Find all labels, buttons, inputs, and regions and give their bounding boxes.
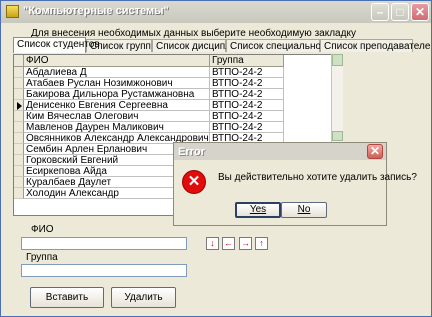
fio-input[interactable] <box>21 237 187 250</box>
table-row[interactable]: Бакирова Дильнора Рустамжановна ВТПО-24-2 <box>14 89 284 100</box>
main-window: "Компьютерные системы" – □ ✕ Для внесени… <box>0 0 432 317</box>
row-indicator[interactable] <box>14 133 24 144</box>
cell-fio[interactable]: Атабаев Руслан Нозимжонович <box>24 78 210 89</box>
table-row[interactable]: Атабаев Руслан Нозимжонович ВТПО-24-2 <box>14 78 284 89</box>
tab-students[interactable]: Список студентов <box>13 37 100 53</box>
column-header-group[interactable]: Группа <box>210 55 284 66</box>
minimize-button[interactable]: – <box>371 3 389 21</box>
scroll-up-button[interactable] <box>332 54 343 66</box>
cell-fio[interactable]: Мавленов Даурен Маликович <box>24 122 210 133</box>
group-input[interactable] <box>21 264 187 277</box>
row-indicator[interactable] <box>14 78 24 89</box>
row-indicator[interactable] <box>14 155 24 166</box>
row-indicator[interactable] <box>14 144 24 155</box>
row-indicator[interactable] <box>14 100 24 111</box>
tab-disciplines[interactable]: Список дисциплин <box>152 39 242 52</box>
nav-first-button[interactable]: ↑ <box>255 237 268 250</box>
maximize-button[interactable]: □ <box>391 3 409 21</box>
table-row[interactable]: Абдалиева Д ВТПО-24-2 <box>14 67 284 78</box>
window-title: "Компьютерные системы" <box>23 5 169 17</box>
app-icon <box>6 5 19 18</box>
arrow-down-icon: ↓ <box>210 238 215 248</box>
nav-next-button[interactable]: ↓ <box>206 237 219 250</box>
nav-last-button[interactable]: → <box>239 237 252 250</box>
delete-button[interactable]: Удалить <box>111 287 176 308</box>
cell-group[interactable]: ВТПО-24-2 <box>210 122 284 133</box>
grid-corner <box>14 55 24 66</box>
row-indicator[interactable] <box>14 122 24 133</box>
column-header-fio[interactable]: ФИО <box>24 55 210 66</box>
cell-fio[interactable]: Ким Вячеслав Олегович <box>24 111 210 122</box>
grid-header: ФИО Группа <box>14 55 284 67</box>
close-button[interactable]: ✕ <box>411 3 429 21</box>
row-indicator[interactable] <box>14 89 24 100</box>
row-indicator[interactable] <box>14 188 24 199</box>
yes-button[interactable]: Yes <box>235 202 281 218</box>
table-row[interactable]: Мавленов Даурен Маликович ВТПО-24-2 <box>14 122 284 133</box>
fio-label: ФИО <box>31 224 54 235</box>
dialog-title-bar[interactable]: Error ✕ <box>174 143 386 160</box>
row-indicator[interactable] <box>14 111 24 122</box>
row-indicator[interactable] <box>14 166 24 177</box>
dialog-close-button[interactable]: ✕ <box>367 144 383 159</box>
arrow-left-icon: ← <box>224 238 233 248</box>
cell-fio[interactable]: Денисенко Евгения Сергеевна <box>24 100 210 111</box>
group-label: Группа <box>26 252 58 263</box>
no-button[interactable]: No <box>281 202 327 218</box>
cell-group[interactable]: ВТПО-24-2 <box>210 100 284 111</box>
tab-specialties[interactable]: Список специальностей <box>226 39 342 52</box>
tab-teachers[interactable]: Список преподавателей <box>320 39 431 52</box>
scroll-thumb[interactable] <box>332 131 343 141</box>
current-row-marker-icon <box>17 102 22 110</box>
dialog-message: Вы действительно хотите удалить запись? <box>218 172 417 183</box>
no-label: No <box>297 204 311 215</box>
error-dialog: Error ✕ ✕ Вы действительно хотите удалит… <box>173 142 417 226</box>
arrow-right-icon: → <box>241 238 250 248</box>
nav-prior-button[interactable]: ← <box>222 237 235 250</box>
title-bar[interactable]: "Компьютерные системы" – □ ✕ <box>1 1 431 23</box>
dialog-title: Error <box>178 146 205 158</box>
row-indicator[interactable] <box>14 177 24 188</box>
row-indicator[interactable] <box>14 67 24 78</box>
cell-fio[interactable]: Бакирова Дильнора Рустамжановна <box>24 89 210 100</box>
yes-label: Yes <box>249 204 267 215</box>
insert-button[interactable]: Вставить <box>30 287 104 308</box>
cell-group[interactable]: ВТПО-24-2 <box>210 78 284 89</box>
cell-group[interactable]: ВТПО-24-2 <box>210 67 284 78</box>
cell-group[interactable]: ВТПО-24-2 <box>210 111 284 122</box>
error-icon: ✕ <box>182 170 206 194</box>
table-row[interactable]: Денисенко Евгения Сергеевна ВТПО-24-2 <box>14 100 284 111</box>
arrow-up-icon: ↑ <box>259 238 264 248</box>
table-row[interactable]: Ким Вячеслав Олегович ВТПО-24-2 <box>14 111 284 122</box>
cell-group[interactable]: ВТПО-24-2 <box>210 89 284 100</box>
cell-fio[interactable]: Абдалиева Д <box>24 67 210 78</box>
